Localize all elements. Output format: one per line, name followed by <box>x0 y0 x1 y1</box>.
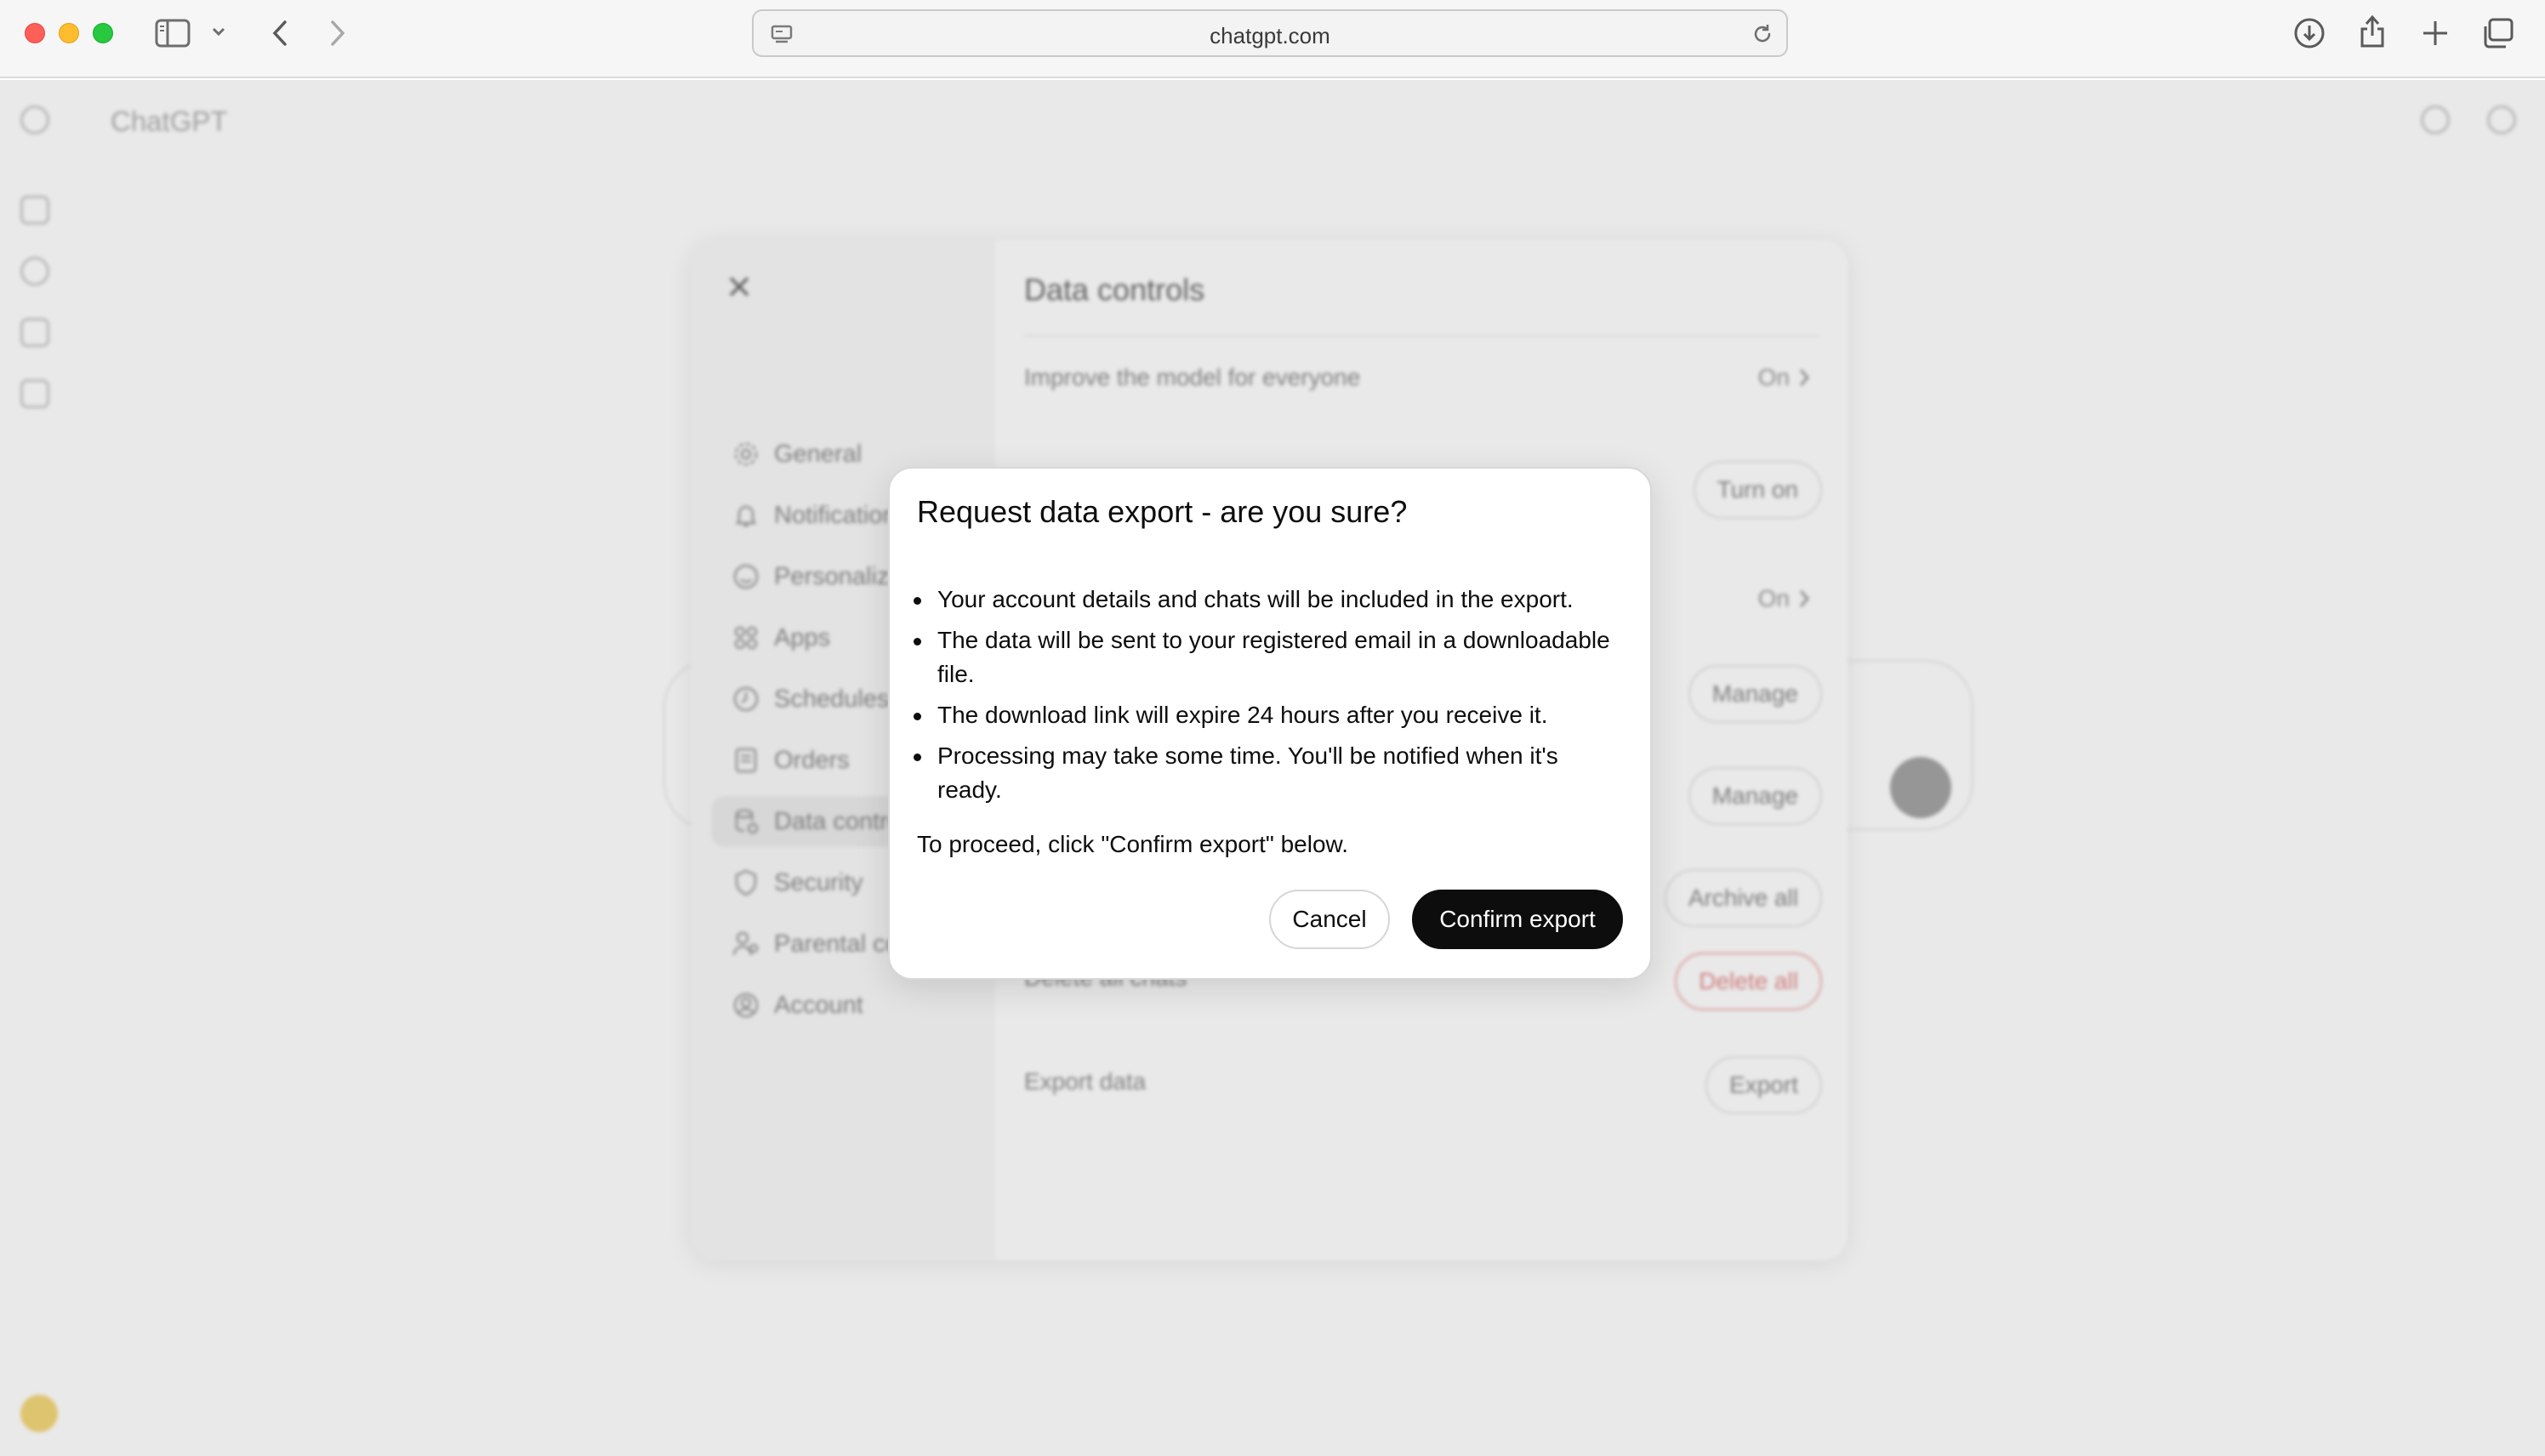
address-bar[interactable]: chatgpt.com <box>752 9 1788 57</box>
share-icon[interactable] <box>2358 14 2387 49</box>
back-icon[interactable] <box>270 19 289 48</box>
url-text: chatgpt.com <box>1210 23 1330 48</box>
close-window-button[interactable] <box>25 23 45 43</box>
modal-bullet: The download link will expire 24 hours a… <box>914 698 1626 732</box>
confirm-export-button[interactable]: Confirm export <box>1412 890 1623 949</box>
tab-overview-icon[interactable] <box>2482 17 2514 49</box>
modal-title: Request data export - are you sure? <box>917 494 1408 529</box>
modal-bullet-list: Your account details and chats will be i… <box>914 583 1626 814</box>
cancel-button[interactable]: Cancel <box>1269 890 1390 949</box>
modal-bullet: Your account details and chats will be i… <box>914 583 1626 617</box>
export-confirm-modal: Request data export - are you sure? Your… <box>888 467 1652 980</box>
zoom-window-button[interactable] <box>93 23 113 43</box>
modal-bullet: Processing may take some time. You'll be… <box>914 739 1626 807</box>
reload-icon[interactable] <box>1751 22 1774 50</box>
forward-icon[interactable] <box>328 19 347 48</box>
new-tab-icon[interactable] <box>2421 19 2450 48</box>
proceed-instructions: To proceed, click "Confirm export" below… <box>917 831 1348 857</box>
minimize-window-button[interactable] <box>59 23 79 43</box>
downloads-icon[interactable] <box>2293 17 2326 49</box>
sidebar-toggle-icon[interactable] <box>155 19 191 48</box>
browser-toolbar: chatgpt.com <box>0 0 2545 78</box>
modal-bullet: The data will be sent to your registered… <box>914 623 1626 691</box>
chevron-down-icon[interactable] <box>211 26 226 37</box>
